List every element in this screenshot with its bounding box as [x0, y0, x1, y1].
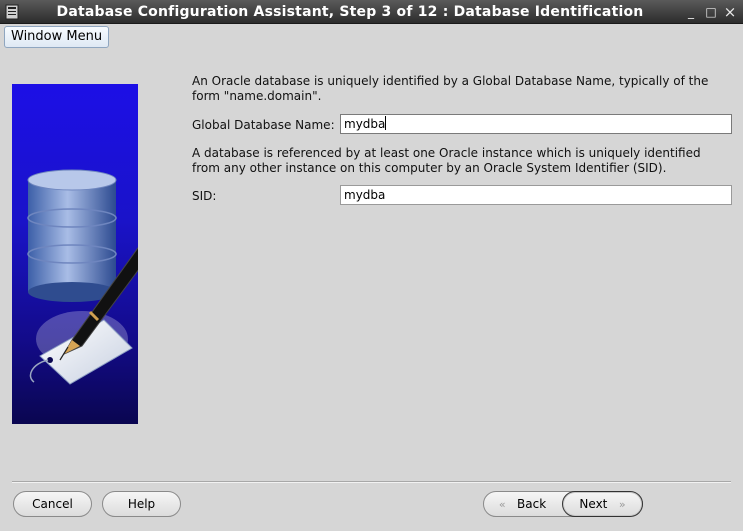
- back-label: Back: [517, 497, 547, 511]
- minimize-icon[interactable]: _: [683, 4, 699, 20]
- footer-separator: [12, 481, 731, 483]
- next-arrow-icon: »: [618, 498, 626, 511]
- gdb-description: An Oracle database is uniquely identifie…: [192, 74, 709, 103]
- back-arrow-icon: «: [498, 498, 506, 511]
- text-caret: [385, 116, 387, 130]
- back-button[interactable]: « Back: [483, 491, 562, 517]
- sid-input[interactable]: mydba: [340, 185, 732, 205]
- next-label: Next: [579, 497, 608, 511]
- sid-description: A database is referenced by at least one…: [192, 146, 701, 175]
- gdb-label: Global Database Name:: [192, 118, 335, 132]
- close-icon[interactable]: ×: [722, 4, 738, 20]
- maximize-icon[interactable]: □: [703, 4, 719, 20]
- database-icon: [27, 169, 138, 385]
- cancel-button[interactable]: Cancel: [13, 491, 92, 517]
- global-database-name-input[interactable]: mydba: [340, 114, 732, 134]
- sid-label: SID:: [192, 189, 217, 203]
- title-bar: Database Configuration Assistant, Step 3…: [0, 0, 743, 24]
- sid-value: mydba: [344, 188, 386, 202]
- gdb-value: mydba: [344, 117, 386, 131]
- window-menu-button[interactable]: Window Menu: [4, 26, 110, 48]
- database-pen-illustration: [12, 84, 138, 424]
- window-title: Database Configuration Assistant, Step 3…: [56, 4, 644, 20]
- help-button[interactable]: Help: [102, 491, 181, 517]
- next-button[interactable]: Next »: [562, 491, 643, 517]
